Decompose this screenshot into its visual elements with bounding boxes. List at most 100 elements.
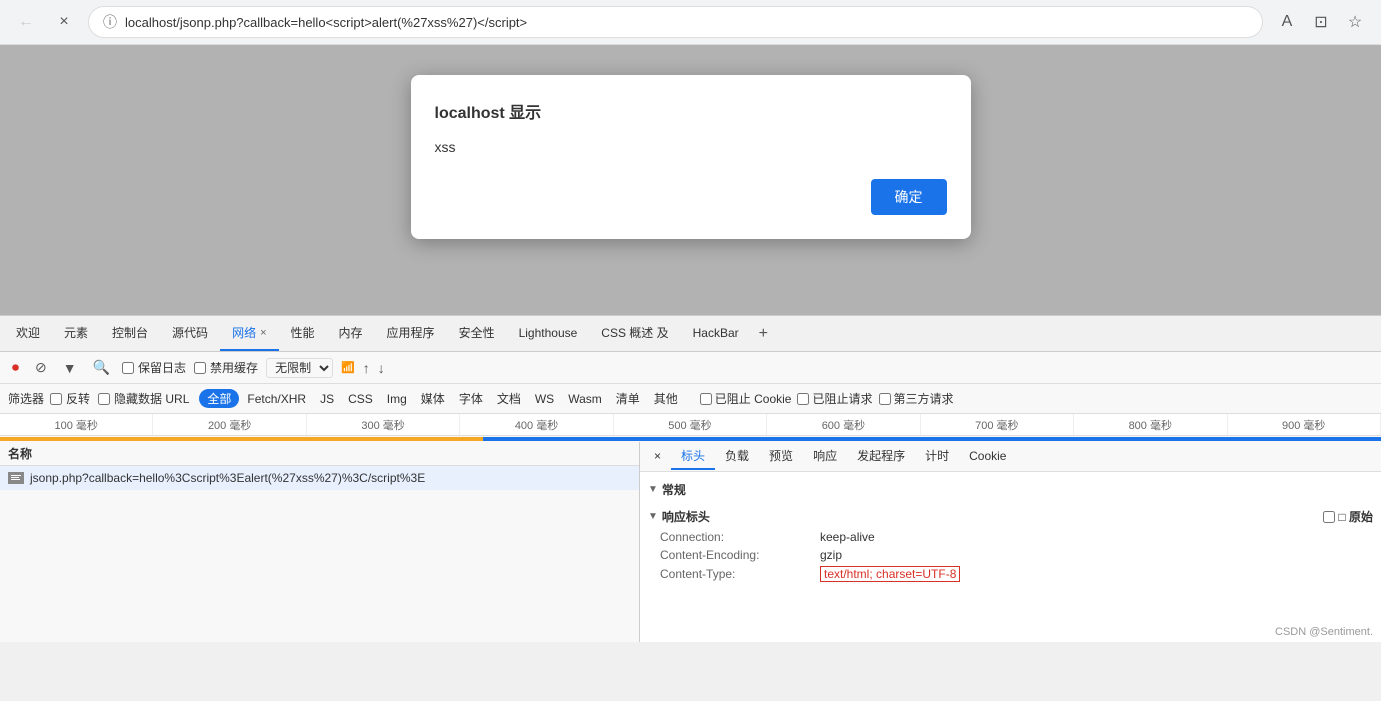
file-list-item[interactable]: jsonp.php?callback=hello%3Cscript%3Ealer… xyxy=(0,466,639,490)
header-connection-value: keep-alive xyxy=(820,530,875,544)
header-encoding-value: gzip xyxy=(820,548,842,562)
devtools-tab-lighthouse[interactable]: Lighthouse xyxy=(507,318,590,350)
reverse-checkbox[interactable] xyxy=(50,393,62,405)
detail-tab-response[interactable]: 响应 xyxy=(803,443,847,470)
watermark: CSDN @Sentiment. xyxy=(1275,626,1373,638)
third-party-label[interactable]: 第三方请求 xyxy=(879,390,954,407)
upload-icon: ↑ xyxy=(363,360,370,376)
filter-img-button[interactable]: Img xyxy=(381,391,413,407)
section-general-header[interactable]: ▼ 常规 xyxy=(648,478,1373,501)
detail-tab-payload[interactable]: 负载 xyxy=(715,443,759,470)
throttle-select[interactable]: 无限制 xyxy=(266,358,333,378)
hide-data-url-label[interactable]: 隐藏数据 URL xyxy=(98,390,189,407)
devtools-tab-network[interactable]: 网络 × xyxy=(220,316,278,351)
chevron-response-icon: ▼ xyxy=(648,511,658,522)
devtools-add-tab-button[interactable]: + xyxy=(751,321,776,347)
timeline-bar: 100 毫秒 200 毫秒 300 毫秒 400 毫秒 500 毫秒 600 毫… xyxy=(0,414,1381,436)
devtools-tab-elements[interactable]: 元素 xyxy=(52,316,100,351)
filter-toggle-button[interactable]: ▼ xyxy=(59,358,81,378)
back-button[interactable]: ← xyxy=(12,8,40,36)
network-tab-close-icon[interactable]: × xyxy=(260,327,266,339)
section-response-label: 响应标头 xyxy=(662,508,710,525)
raw-checkbox[interactable] xyxy=(1323,511,1335,523)
timeline-600ms: 600 毫秒 xyxy=(767,414,920,435)
detail-tab-cookies[interactable]: Cookie xyxy=(959,445,1016,469)
disable-cache-label[interactable]: 禁用缓存 xyxy=(194,359,258,376)
devtools-tab-performance[interactable]: 性能 xyxy=(279,316,327,351)
nav-icons-right: A ⊡ ☆ xyxy=(1273,8,1369,36)
hide-data-url-checkbox[interactable] xyxy=(98,393,110,405)
file-icon xyxy=(8,472,24,484)
third-party-checkbox[interactable] xyxy=(879,393,891,405)
devtools-tabs: 欢迎 元素 控制台 源代码 网络 × 性能 内存 应用程序 安全性 Lighth… xyxy=(0,316,1381,352)
detail-tab-headers[interactable]: 标头 xyxy=(671,443,715,470)
file-name: jsonp.php?callback=hello%3Cscript%3Ealer… xyxy=(30,471,425,485)
raw-checkbox-label[interactable]: □ 原始 xyxy=(1323,508,1373,525)
blocked-cookies-label[interactable]: 已阻止 Cookie xyxy=(700,390,792,407)
reverse-label[interactable]: 反转 xyxy=(50,390,90,407)
filter-ws-button[interactable]: WS xyxy=(529,391,560,407)
network-content: 名称 jsonp.php?callback=hello%3Cscript%3Ea… xyxy=(0,442,1381,642)
filter-all-button[interactable]: 全部 xyxy=(199,389,239,408)
blocked-cookies-checkbox[interactable] xyxy=(700,393,712,405)
detail-tab-initiator[interactable]: 发起程序 xyxy=(847,443,915,470)
preserve-log-checkbox[interactable] xyxy=(122,362,134,374)
devtools-tab-console[interactable]: 控制台 xyxy=(100,316,160,351)
devtools-panel: 欢迎 元素 控制台 源代码 网络 × 性能 内存 应用程序 安全性 Lighth… xyxy=(0,315,1381,642)
nav-bar: ← × ⓘ localhost/jsonp.php?callback=hello… xyxy=(0,0,1381,44)
network-toolbar: ⏺ ⊘ ▼ 🔍 保留日志 禁用缓存 无限制 📶 ↑ ↓ xyxy=(0,352,1381,384)
detail-tab-preview[interactable]: 预览 xyxy=(759,443,803,470)
split-view-button[interactable]: ⊡ xyxy=(1307,8,1335,36)
devtools-tab-hackbar[interactable]: HackBar xyxy=(681,318,751,350)
devtools-tab-security[interactable]: 安全性 xyxy=(447,316,507,351)
detail-content: ▼ 常规 ▼ 响应标头 □ 原始 xyxy=(640,472,1381,642)
filter-bar: 筛选器 反转 隐藏数据 URL 全部 Fetch/XHR JS CSS Img … xyxy=(0,384,1381,414)
timeline-500ms: 500 毫秒 xyxy=(614,414,767,435)
filter-js-button[interactable]: JS xyxy=(314,391,340,407)
download-icon: ↓ xyxy=(378,360,385,376)
timeline-300ms: 300 毫秒 xyxy=(307,414,460,435)
bookmark-button[interactable]: ☆ xyxy=(1341,8,1369,36)
timeline-200ms: 200 毫秒 xyxy=(153,414,306,435)
filter-doc-button[interactable]: 文档 xyxy=(491,389,527,408)
file-list-header: 名称 xyxy=(0,442,639,466)
file-list-panel: 名称 jsonp.php?callback=hello%3Cscript%3Ea… xyxy=(0,442,640,642)
timeline-700ms: 700 毫秒 xyxy=(921,414,1074,435)
address-bar[interactable]: ⓘ localhost/jsonp.php?callback=hello<scr… xyxy=(88,6,1263,38)
filter-label: 筛选器 xyxy=(8,390,44,407)
devtools-tab-sources[interactable]: 源代码 xyxy=(160,316,220,351)
alert-box: localhost 显示 xss 确定 xyxy=(411,75,971,239)
alert-message: xss xyxy=(435,139,947,155)
blocked-requests-label[interactable]: 已阻止请求 xyxy=(797,390,872,407)
detail-close-button[interactable]: × xyxy=(644,445,671,469)
filter-fetch-xhr-button[interactable]: Fetch/XHR xyxy=(241,391,312,407)
font-size-button[interactable]: A xyxy=(1273,8,1301,36)
detail-tabs: × 标头 负载 预览 响应 发起程序 计时 Cookie xyxy=(640,442,1381,472)
close-button[interactable]: × xyxy=(50,8,78,36)
devtools-tab-welcome[interactable]: 欢迎 xyxy=(4,316,52,351)
clear-button[interactable]: ⊘ xyxy=(31,357,51,378)
timeline-800ms: 800 毫秒 xyxy=(1074,414,1227,435)
filter-font-button[interactable]: 字体 xyxy=(453,389,489,408)
browser-chrome: ← × ⓘ localhost/jsonp.php?callback=hello… xyxy=(0,0,1381,45)
filter-wasm-button[interactable]: Wasm xyxy=(562,391,608,407)
record-button[interactable]: ⏺ xyxy=(8,357,23,378)
page-content: localhost 显示 xss 确定 xyxy=(0,45,1381,315)
search-button[interactable]: 🔍 xyxy=(89,357,114,378)
timeline-100ms: 100 毫秒 xyxy=(0,414,153,435)
alert-ok-button[interactable]: 确定 xyxy=(871,179,947,215)
blocked-requests-checkbox[interactable] xyxy=(797,393,809,405)
preserve-log-label[interactable]: 保留日志 xyxy=(122,359,186,376)
filter-manifest-button[interactable]: 清单 xyxy=(610,389,646,408)
devtools-tab-css-overview[interactable]: CSS 概述 及 xyxy=(589,316,680,351)
devtools-tab-application[interactable]: 应用程序 xyxy=(375,316,447,351)
detail-tab-timing[interactable]: 计时 xyxy=(915,443,959,470)
disable-cache-checkbox[interactable] xyxy=(194,362,206,374)
filter-media-button[interactable]: 媒体 xyxy=(415,389,451,408)
filter-css-button[interactable]: CSS xyxy=(342,391,379,407)
address-text: localhost/jsonp.php?callback=hello<scrip… xyxy=(125,15,527,30)
detail-panel: × 标头 负载 预览 响应 发起程序 计时 Cookie ▼ 常规 xyxy=(640,442,1381,642)
progress-bar-blue xyxy=(483,437,1381,441)
filter-other-button[interactable]: 其他 xyxy=(648,389,684,408)
devtools-tab-memory[interactable]: 内存 xyxy=(327,316,375,351)
